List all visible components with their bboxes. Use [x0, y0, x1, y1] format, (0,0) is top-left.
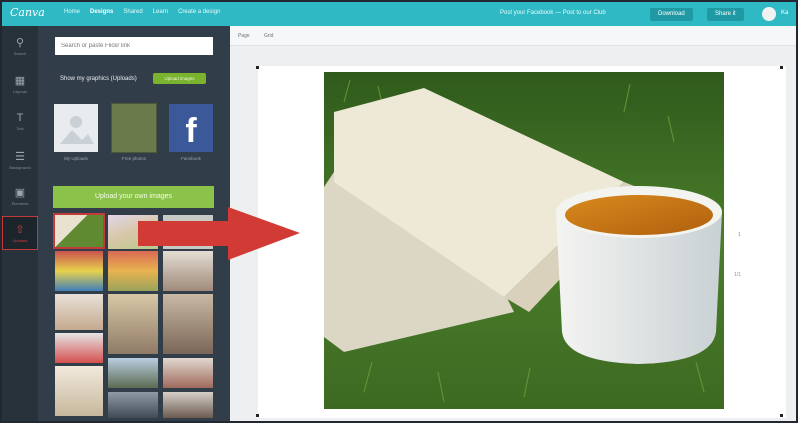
layout-icon: ▦	[14, 75, 26, 87]
book-tea-photo	[324, 72, 724, 409]
page-corner-marker	[780, 66, 783, 69]
upload-images-toggle[interactable]: Upload images	[153, 73, 206, 84]
rail-uploads-label: Uploads	[12, 238, 28, 243]
search-input[interactable]	[55, 37, 213, 55]
thumbnail-image[interactable]	[55, 366, 103, 416]
search-icon: ⚲	[15, 37, 25, 49]
tile-caption: Free photos	[121, 156, 146, 161]
thumbnail-image[interactable]	[108, 392, 158, 418]
rail-text-label: Text	[16, 126, 24, 131]
facebook-icon: f	[169, 104, 213, 152]
rail-search-label: Search	[13, 51, 27, 56]
text-icon: T	[16, 112, 24, 124]
rail-layouts[interactable]: ▦ Layouts	[2, 68, 38, 102]
svg-text:f: f	[185, 112, 197, 150]
rail-background-label: Background	[9, 165, 31, 170]
top-bar: Canva Home Designs Shared Learn Create a…	[2, 2, 796, 26]
thumbnail-image[interactable]	[108, 294, 158, 354]
thumbnail-image[interactable]	[108, 358, 158, 388]
user-name[interactable]: Ka	[781, 10, 788, 16]
canva-logo[interactable]: Canva	[10, 6, 45, 19]
side-rail: ⚲ Search ▦ Layouts T Text ☰ Background ▣…	[2, 26, 38, 421]
page-corner-marker	[780, 414, 783, 417]
image-placeholder-icon	[54, 104, 98, 152]
rail-uploads[interactable]: ⇧ Uploads	[2, 216, 38, 250]
thumbnail-image[interactable]	[163, 392, 213, 418]
page-label[interactable]: Page	[238, 33, 250, 39]
page-count: 1/1	[734, 272, 741, 278]
free-photos-tile[interactable]: Free photos	[111, 103, 157, 161]
nav-learn[interactable]: Learn	[153, 9, 168, 15]
thumbnail-book-coffee[interactable]	[53, 213, 105, 249]
page-corner-marker	[256, 66, 259, 69]
download-button[interactable]: Download	[650, 8, 693, 21]
rail-elements-label: Elements	[11, 201, 29, 206]
grid-label[interactable]: Grid	[264, 33, 273, 39]
thumbnail-image[interactable]	[55, 251, 103, 291]
upload-images-button[interactable]: Upload your own images	[53, 186, 214, 208]
filter-label: Show my graphics (Uploads)	[60, 76, 137, 82]
nav-designs[interactable]: Designs	[90, 9, 113, 15]
red-arrow-icon	[138, 207, 300, 260]
thumbnail-image[interactable]	[163, 294, 213, 354]
rail-text[interactable]: T Text	[2, 106, 38, 140]
facebook-tile[interactable]: f Facebook	[169, 104, 213, 161]
avatar[interactable]	[762, 7, 776, 21]
uploads-icon: ⇧	[15, 224, 25, 236]
my-uploads-tile[interactable]: My Uploads	[54, 104, 98, 161]
placed-photo-book-and-tea[interactable]	[324, 72, 724, 409]
page-corner-marker	[256, 414, 259, 417]
editor-toolbar: Page Grid	[230, 26, 796, 46]
thumbnail-image[interactable]	[163, 358, 213, 388]
nav-shared[interactable]: Shared	[123, 9, 142, 15]
elements-icon: ▣	[14, 187, 26, 199]
tile-caption: Facebook	[181, 156, 201, 161]
rail-search[interactable]: ⚲ Search	[2, 30, 38, 64]
thumbnail-image[interactable]	[55, 333, 103, 363]
share-button[interactable]: Share it	[707, 8, 744, 21]
rail-layouts-label: Layouts	[12, 89, 27, 94]
page-number: 1	[738, 232, 741, 238]
top-nav: Home Designs Shared Learn Create a desig…	[64, 9, 220, 15]
tile-caption: My Uploads	[64, 156, 88, 161]
rail-elements[interactable]: ▣ Elements	[2, 180, 38, 214]
rail-background[interactable]: ☰ Background	[2, 144, 38, 178]
document-title[interactable]: Post your Facebook — Post to our Club	[500, 10, 606, 16]
nav-create-design[interactable]: Create a design	[178, 9, 220, 15]
thumbnail-image[interactable]	[55, 294, 103, 330]
nav-home[interactable]: Home	[64, 9, 80, 15]
background-icon: ☰	[15, 151, 25, 163]
